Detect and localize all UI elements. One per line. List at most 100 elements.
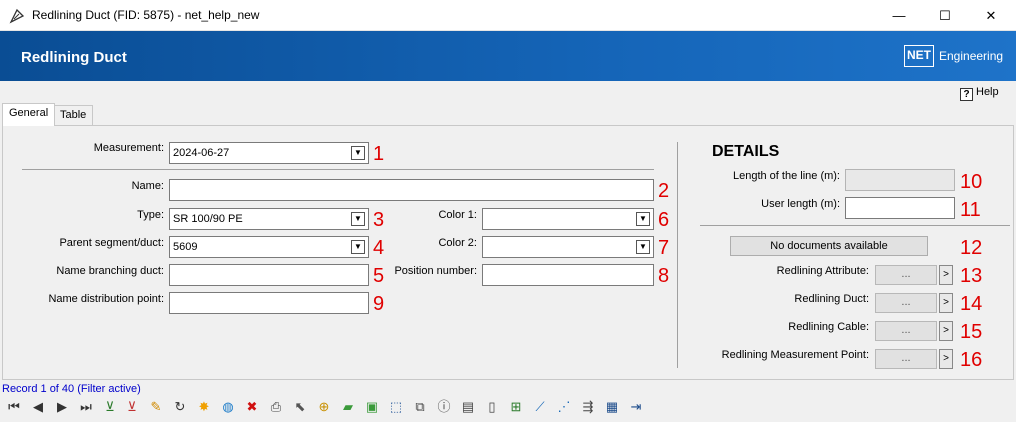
redlining-duct-label: Redlining Duct:: [794, 293, 869, 305]
length-label: Length of the line (m):: [732, 170, 840, 182]
help-icon: ?: [960, 88, 973, 101]
document-icon[interactable]: ▯: [482, 397, 502, 417]
annotation-4: 4: [373, 237, 385, 259]
close-button[interactable]: ✕: [968, 0, 1014, 31]
measurement-select[interactable]: 2024-06-27 ▼: [169, 142, 369, 164]
measurement-value: 2024-06-27: [173, 147, 230, 159]
dashed-line-icon[interactable]: ⋰: [554, 397, 574, 417]
branching-field[interactable]: [169, 264, 369, 286]
user-length-field[interactable]: [845, 197, 955, 219]
divider: [22, 169, 654, 170]
shape-green-icon[interactable]: ▰: [338, 397, 358, 417]
color1-label: Color 1:: [438, 209, 477, 221]
parent-select[interactable]: 5609 ▼: [169, 236, 369, 258]
highlight-icon[interactable]: ✸: [194, 397, 214, 417]
copy-shape-icon[interactable]: ⧉: [410, 397, 430, 417]
report-icon[interactable]: ▤: [458, 397, 478, 417]
length-field: [845, 169, 955, 191]
position-field[interactable]: [482, 264, 654, 286]
minimize-button[interactable]: —: [876, 0, 922, 31]
add-document-icon[interactable]: ⊞: [506, 397, 526, 417]
chevron-down-icon: ▼: [636, 240, 650, 254]
annotation-6: 6: [658, 209, 670, 231]
exit-icon[interactable]: ⇥: [626, 397, 646, 417]
redlining-attribute-open-button[interactable]: >: [939, 265, 953, 285]
type-value: SR 100/90 PE: [173, 213, 243, 225]
title-bar: Redlining Duct (FID: 5875) - net_help_ne…: [0, 0, 1016, 31]
redlining-cable-open-button[interactable]: >: [939, 321, 953, 341]
type-select[interactable]: SR 100/90 PE ▼: [169, 208, 369, 230]
refresh-icon[interactable]: ↻: [170, 397, 190, 417]
split-icon[interactable]: ⇶: [578, 397, 598, 417]
info-icon[interactable]: ⓘ: [434, 397, 454, 417]
remove-filter-icon[interactable]: ⊻: [122, 397, 142, 417]
help-button[interactable]: ? Help: [960, 86, 999, 101]
next-record-icon[interactable]: ▶: [52, 397, 72, 417]
documents-button[interactable]: No documents available: [730, 236, 928, 256]
color2-select[interactable]: ▼: [482, 236, 654, 258]
annotation-16: 16: [960, 349, 983, 371]
zoom-icon[interactable]: ⊕: [314, 397, 334, 417]
annotation-13: 13: [960, 265, 983, 287]
type-label: Type:: [137, 209, 164, 221]
branching-label: Name branching duct:: [56, 265, 164, 277]
line-tool-icon[interactable]: ⟋: [530, 397, 550, 417]
color1-select[interactable]: ▼: [482, 208, 654, 230]
annotation-11: 11: [960, 199, 981, 221]
last-record-icon[interactable]: ⏭: [76, 397, 96, 417]
tab-table[interactable]: Table: [53, 105, 94, 125]
annotation-9: 9: [373, 293, 385, 315]
annotation-1: 1: [373, 143, 385, 165]
chevron-down-icon: ▼: [351, 146, 365, 160]
annotation-10: 10: [960, 171, 983, 193]
select-cursor-icon[interactable]: ⬉: [290, 397, 310, 417]
help-label: Help: [976, 86, 999, 98]
chevron-down-icon: ▼: [351, 212, 365, 226]
previous-record-icon[interactable]: ◀: [28, 397, 48, 417]
dashed-select-icon[interactable]: ⬚: [386, 397, 406, 417]
name-field[interactable]: [169, 179, 654, 201]
redlining-cable-label: Redlining Cable:: [788, 321, 869, 333]
globe-refresh-icon[interactable]: ◍: [218, 397, 238, 417]
annotation-12: 12: [960, 237, 983, 259]
redlining-measurement-point-open-button[interactable]: >: [939, 349, 953, 369]
brand-text: Engineering: [939, 49, 1004, 63]
maximize-button[interactable]: ☐: [922, 0, 968, 31]
redlining-cable-button[interactable]: ...: [875, 321, 937, 341]
shape-green-double-icon[interactable]: ▣: [362, 397, 382, 417]
redlining-measurement-point-button[interactable]: ...: [875, 349, 937, 369]
annotation-7: 7: [658, 237, 670, 259]
column-divider: [677, 142, 678, 368]
redlining-duct-button[interactable]: ...: [875, 293, 937, 313]
position-label: Position number:: [394, 265, 477, 277]
chevron-down-icon: ▼: [636, 212, 650, 226]
parent-label: Parent segment/duct:: [59, 237, 164, 249]
details-title: DETAILS: [712, 143, 780, 160]
distribution-field[interactable]: [169, 292, 369, 314]
print-icon[interactable]: ⎙: [266, 397, 286, 417]
redlining-attribute-button[interactable]: ...: [875, 265, 937, 285]
first-record-icon[interactable]: ⏮: [4, 397, 24, 417]
parent-value: 5609: [173, 241, 198, 253]
distribution-label: Name distribution point:: [48, 293, 164, 305]
add-filter-icon[interactable]: ⊻: [100, 397, 120, 417]
annotation-14: 14: [960, 293, 983, 315]
redlining-duct-open-button[interactable]: >: [939, 293, 953, 313]
annotation-3: 3: [373, 209, 385, 231]
annotation-15: 15: [960, 321, 983, 343]
annotation-5: 5: [373, 265, 385, 287]
chevron-down-icon: ▼: [351, 240, 365, 254]
table-edit-icon[interactable]: ▦: [602, 397, 622, 417]
page-title: Redlining Duct: [21, 49, 127, 66]
details-divider: [700, 225, 1010, 226]
header-banner: Redlining Duct NET Engineering: [0, 31, 1016, 81]
user-length-label: User length (m):: [761, 198, 840, 210]
edit-icon[interactable]: ✎: [146, 397, 166, 417]
annotation-2: 2: [658, 180, 670, 202]
redlining-measurement-point-label: Redlining Measurement Point:: [721, 349, 869, 361]
tab-general[interactable]: General: [2, 103, 56, 126]
annotation-8: 8: [658, 265, 670, 287]
name-label: Name:: [131, 180, 164, 192]
delete-icon[interactable]: ✖: [242, 397, 262, 417]
brand-net-box: NET: [904, 45, 934, 67]
